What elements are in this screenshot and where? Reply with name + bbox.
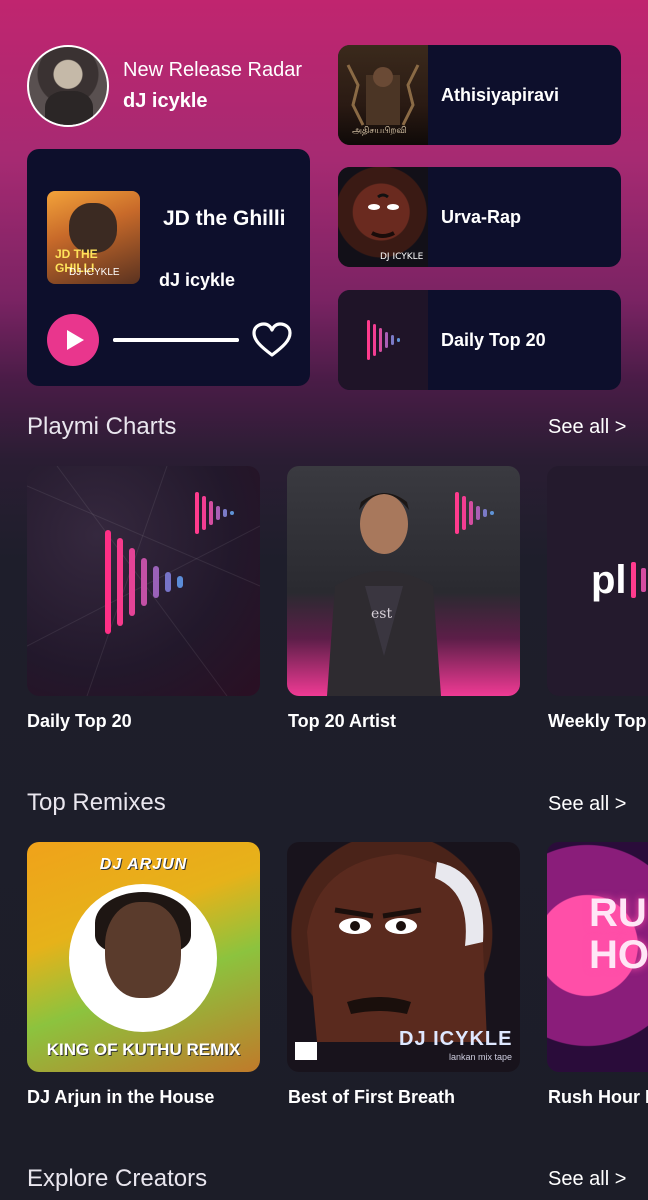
playmi-logo-icon bbox=[338, 290, 428, 390]
card-art-logo: DJ ICYKLE bbox=[399, 1028, 513, 1050]
card-art-subtitle: KING OF KUTHU REMIX bbox=[46, 1040, 241, 1059]
section-title-creators: Explore Creators bbox=[27, 1165, 208, 1192]
remix-card-rush-hour[interactable]: RU HO bbox=[547, 842, 648, 1072]
artist-portrait: est bbox=[327, 492, 494, 696]
track-title: JD the Ghilli bbox=[163, 207, 286, 230]
mini-card-title: Urva-Rap bbox=[441, 207, 522, 227]
progress-fill bbox=[113, 338, 239, 342]
release-radar-artist: dJ icykle bbox=[123, 90, 208, 112]
remix-card-first-breath[interactable]: DJ ICYKLE lankan mix tape bbox=[287, 842, 520, 1072]
svg-text:DJ ICYKLE: DJ ICYKLE bbox=[380, 252, 424, 262]
face-art-icon: DJ ICYKLE bbox=[338, 167, 428, 267]
svg-text:அதிசயபிறவி: அதிசயபிறவி bbox=[352, 126, 407, 136]
chart-card-label: Daily Top 20 bbox=[27, 711, 132, 731]
chart-card-weekly-top[interactable]: pl bbox=[547, 466, 648, 696]
mini-card-athisiyapiravi[interactable]: அதிசயபிறவி Athisiyapiravi bbox=[338, 45, 621, 145]
chart-card-daily-top-20[interactable] bbox=[27, 466, 260, 696]
mini-card-urva-rap[interactable]: DJ ICYKLE Urva-Rap bbox=[338, 167, 621, 267]
see-all-charts-link[interactable]: See all > bbox=[548, 416, 626, 439]
status-bar-hint bbox=[505, 0, 625, 4]
progress-bar[interactable] bbox=[113, 338, 239, 342]
mini-card-title: Athisiyapiravi bbox=[441, 85, 560, 105]
play-button[interactable] bbox=[47, 314, 99, 366]
chart-card-label: Top 20 Artist bbox=[288, 711, 397, 731]
svg-text:est: est bbox=[371, 606, 392, 622]
throne-art-icon: அதிசயபிறவி bbox=[338, 45, 428, 145]
track-artist: dJ icykle bbox=[159, 270, 236, 290]
artist-portrait bbox=[69, 884, 217, 1032]
now-playing-card[interactable]: JD THE GHILLI DJ ICYKLE JD the Ghilli dJ… bbox=[27, 149, 310, 386]
chart-card-top-20-artist[interactable]: est bbox=[287, 466, 520, 696]
play-icon bbox=[67, 330, 84, 350]
artist-avatar bbox=[27, 45, 109, 127]
section-title-charts: Playmi Charts bbox=[27, 413, 177, 440]
chart-card-label: Weekly Top bbox=[548, 711, 647, 731]
release-radar-label: New Release Radar bbox=[123, 59, 302, 81]
mini-card-daily-top-20[interactable]: Daily Top 20 bbox=[338, 290, 621, 390]
card-art-subtitle: lankan mix tape bbox=[449, 1052, 513, 1062]
remix-card-dj-arjun[interactable]: DJ ARJUN KING OF KUTHU REMIX bbox=[27, 842, 260, 1072]
track-artwork: JD THE GHILLI DJ ICYKLE bbox=[47, 191, 140, 284]
section-title-remixes: Top Remixes bbox=[27, 789, 166, 816]
card-art-text: RU HO bbox=[589, 891, 648, 977]
mini-card-title: Daily Top 20 bbox=[441, 330, 546, 350]
card-art-text: pl bbox=[591, 558, 627, 602]
remix-card-label: Best of First Breath bbox=[288, 1087, 456, 1107]
release-radar-header[interactable]: New Release Radar dJ icykle bbox=[27, 45, 302, 127]
see-all-remixes-link[interactable]: See all > bbox=[548, 793, 626, 816]
card-art-tag: DJ ARJUN bbox=[99, 856, 188, 873]
remix-card-label: DJ Arjun in the House bbox=[27, 1087, 215, 1107]
see-all-creators-link[interactable]: See all > bbox=[548, 1168, 626, 1191]
heart-icon[interactable] bbox=[252, 322, 292, 358]
playmi-logo-icon bbox=[27, 466, 260, 696]
artwork-logo: DJ ICYKLE bbox=[69, 267, 120, 278]
remix-card-label: Rush Hour R bbox=[548, 1087, 648, 1107]
